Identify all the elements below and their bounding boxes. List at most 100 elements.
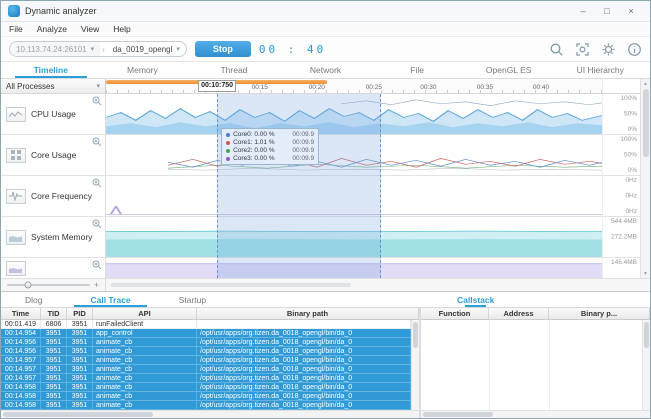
menu-bar: File Analyze View Help	[1, 22, 650, 37]
call-trace-vscrollbar[interactable]	[411, 320, 419, 410]
column-header-address[interactable]: Address	[489, 308, 549, 319]
call-trace-vscroll-thumb[interactable]	[413, 322, 418, 348]
core-usage-chart[interactable]	[106, 135, 602, 176]
settings-gear-icon[interactable]	[601, 42, 616, 57]
process-memory-icon	[6, 261, 26, 276]
call-trace-row[interactable]: 00:14.95839513951animate_cb/opt/usr/apps…	[1, 392, 411, 401]
row-label-cell: Core Frequency	[1, 176, 106, 217]
cell-path: /opt/usr/apps/org.tizen.da_0018_opengl/b…	[197, 374, 411, 382]
tab-ui-hierarchy[interactable]: UI Hierarchy	[554, 62, 646, 78]
cpu-usage-chart[interactable]	[106, 94, 602, 135]
cell-api: runFailedClient	[93, 320, 197, 328]
zoom-slider-track[interactable]	[7, 284, 90, 286]
callstack-vscroll-thumb[interactable]	[644, 322, 649, 348]
tab-opengl-es[interactable]: OpenGL ES	[463, 62, 555, 78]
timeline-vscrollbar[interactable]: ▲ ▼	[640, 79, 650, 278]
call-trace-row[interactable]: 00:14.95639513951animate_cb/opt/usr/apps…	[1, 347, 411, 356]
call-trace-hscroll-thumb[interactable]	[3, 412, 153, 417]
core-frequency-chart[interactable]	[106, 176, 602, 217]
callstack-hscrollbar[interactable]	[421, 411, 650, 418]
scroll-up-icon[interactable]: ▲	[643, 79, 648, 88]
menu-file[interactable]: File	[9, 24, 23, 34]
call-trace-row[interactable]: 00:14.95739513951animate_cb/opt/usr/apps…	[1, 374, 411, 383]
call-trace-hscrollbar[interactable]	[1, 411, 421, 418]
column-header-binary-path[interactable]: Binary path	[197, 308, 419, 319]
call-trace-row[interactable]: 00:01.41968063951runFailedClient	[1, 320, 411, 329]
tab-startup[interactable]: Startup	[155, 292, 230, 307]
column-header-function[interactable]: Function	[421, 308, 489, 319]
stop-button[interactable]: Stop	[195, 41, 251, 57]
callstack-hscroll-thumb[interactable]	[423, 412, 493, 417]
cell-tid: 3951	[41, 383, 67, 391]
call-trace-row[interactable]: 00:14.95739513951animate_cb/opt/usr/apps…	[1, 365, 411, 374]
column-header-tid[interactable]: TID	[41, 308, 67, 319]
maximize-button[interactable]: □	[595, 6, 619, 16]
column-header-time[interactable]: Time	[1, 308, 41, 319]
app-select[interactable]: da_0019_opengl ▾	[107, 45, 186, 54]
scroll-down-icon[interactable]: ▼	[643, 269, 648, 278]
bottom-tabs-left: Dlog Call Trace Startup	[1, 292, 421, 307]
ruler-corner	[602, 79, 640, 93]
row-label-cell: System Memory	[1, 217, 106, 258]
zoom-in-icon[interactable]	[92, 219, 102, 229]
system-memory-chart[interactable]	[106, 217, 602, 258]
timeline-hscrollbar[interactable]	[106, 279, 650, 291]
call-trace-row[interactable]: 00:14.95739513951animate_cb/opt/usr/apps…	[1, 356, 411, 365]
row-label: Core Usage	[31, 150, 76, 160]
process-filter-select[interactable]: All Processes ▾	[1, 79, 106, 93]
chevron-down-icon: ▾	[91, 45, 95, 53]
zoom-in-icon[interactable]	[92, 260, 102, 270]
zoom-plus-icon[interactable]: +	[94, 281, 99, 290]
timeline-row-system-memory: System Memory 544.4MB 272.2MB	[1, 217, 640, 258]
zoom-in-icon[interactable]	[92, 178, 102, 188]
cell-pid: 3951	[67, 401, 93, 409]
cell-api: animate_cb	[93, 383, 197, 391]
process-memory-chart[interactable]	[106, 258, 602, 279]
tab-memory[interactable]: Memory	[97, 62, 189, 78]
process-memory-scale: 146.4MB	[602, 258, 640, 279]
timeline-vscroll-thumb[interactable]	[643, 89, 649, 157]
info-icon[interactable]	[627, 42, 642, 57]
zoom-slider-handle[interactable]	[24, 282, 31, 289]
callstack-pane-title[interactable]: Callstack	[457, 292, 494, 307]
cell-api: animate_cb	[93, 347, 197, 355]
zoom-in-icon[interactable]	[92, 96, 102, 106]
tab-network[interactable]: Network	[280, 62, 372, 78]
cell-pid: 3951	[67, 329, 93, 337]
tab-thread[interactable]: Thread	[188, 62, 280, 78]
tab-dlog[interactable]: Dlog	[1, 292, 66, 307]
chevron-right-icon: ›	[100, 45, 107, 54]
call-trace-row[interactable]: 00:14.95839513951animate_cb/opt/usr/apps…	[1, 401, 411, 410]
bottom-panes: Time TID PID API Binary path 00:01.41968…	[1, 308, 650, 410]
menu-help[interactable]: Help	[113, 24, 130, 34]
capture-icon[interactable]	[575, 42, 590, 57]
tab-call-trace[interactable]: Call Trace	[66, 292, 154, 307]
tab-file[interactable]: File	[371, 62, 463, 78]
minimize-button[interactable]: –	[571, 6, 595, 16]
cell-path: /opt/usr/apps/org.tizen.da_0018_opengl/b…	[197, 401, 411, 409]
time-ruler[interactable]: 00:15 00:20 00:25 00:30 00:35 00:40 00:1…	[106, 79, 602, 93]
time-marker[interactable]: 00:10:750	[198, 80, 236, 92]
column-header-binary[interactable]: Binary p...	[549, 308, 650, 319]
tab-timeline[interactable]: Timeline	[5, 62, 97, 78]
cell-api: animate_cb	[93, 356, 197, 364]
zoom-in-icon[interactable]	[92, 137, 102, 147]
timeline-hscroll-thumb[interactable]	[111, 283, 350, 287]
ruler-tick: 00:25	[366, 84, 382, 91]
column-header-pid[interactable]: PID	[67, 308, 93, 319]
zoom-slider: +	[1, 279, 106, 291]
call-trace-row[interactable]: 00:14.95439513951app_control/opt/usr/app…	[1, 329, 411, 338]
menu-view[interactable]: View	[81, 24, 99, 34]
device-ip-select[interactable]: 10.113.74.24:26101 ▾	[10, 42, 100, 56]
callstack-vscrollbar[interactable]	[642, 320, 650, 410]
call-trace-row[interactable]: 00:14.95639513951animate_cb/opt/usr/apps…	[1, 338, 411, 347]
system-memory-scale: 544.4MB 272.2MB	[602, 217, 640, 258]
menu-analyze[interactable]: Analyze	[37, 24, 67, 34]
call-trace-row[interactable]: 00:14.95839513951animate_cb/opt/usr/apps…	[1, 383, 411, 392]
search-icon[interactable]	[549, 42, 564, 57]
call-trace-body: 00:01.41968063951runFailedClient00:14.95…	[1, 320, 419, 410]
column-header-api[interactable]: API	[93, 308, 197, 319]
cell-api: animate_cb	[93, 374, 197, 382]
close-button[interactable]: ×	[619, 6, 643, 16]
cell-pid: 3951	[67, 347, 93, 355]
